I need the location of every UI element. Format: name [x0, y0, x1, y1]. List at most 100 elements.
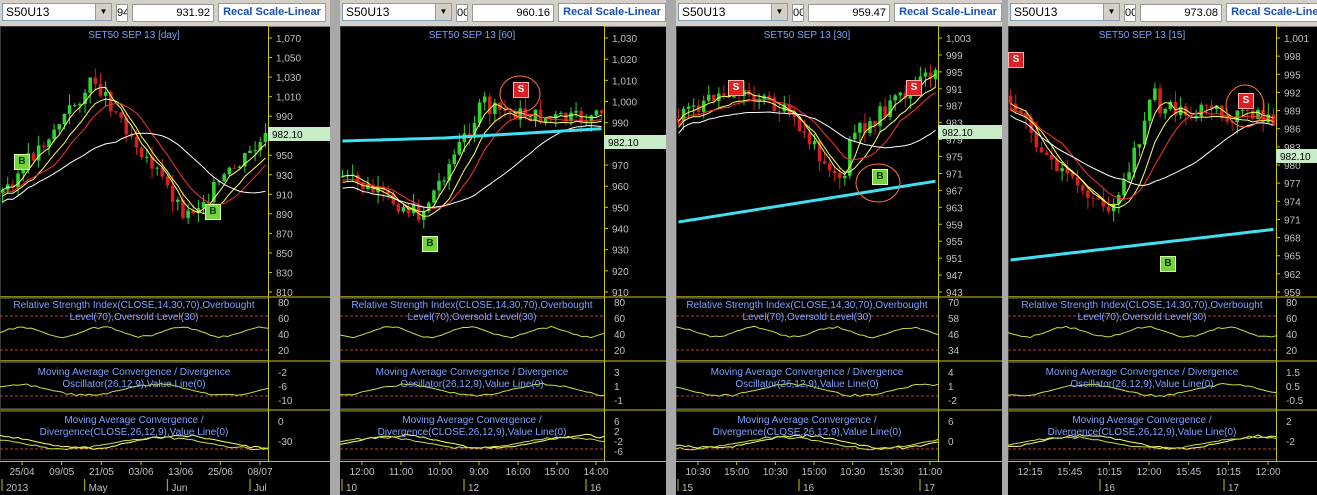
x-tick-label: 21/05 [89, 467, 114, 478]
sell-signal-marker[interactable]: S [728, 80, 744, 96]
buy-signal-marker[interactable]: B [872, 169, 888, 185]
symbol-value: S50U13 [346, 5, 390, 19]
rsi-tick-label: 60 [614, 314, 626, 325]
recal-scale-button[interactable]: Recal Scale-Linear [894, 3, 1002, 22]
macd2-tick-label: 2 [1286, 417, 1292, 428]
candle-body [1132, 147, 1137, 173]
moving-average-fast-2 [678, 86, 936, 173]
y-tick-label: 995 [1284, 70, 1301, 81]
recal-scale-button[interactable]: Recal Scale-Linear [558, 3, 666, 22]
chevron-down-icon[interactable]: ▼ [95, 4, 111, 20]
macd-tick-label: 1 [948, 382, 954, 393]
x-tick-label: 9:00 [469, 467, 489, 478]
y-tick-label: 968 [1284, 234, 1301, 245]
symbol-value: S50U13 [1014, 5, 1058, 19]
symbol-select[interactable]: S50U13 ▼ [678, 3, 788, 21]
x-tick-label: 11:00 [918, 467, 943, 478]
candle-body [503, 110, 507, 112]
chart-canvas[interactable]: 1,0301,0201,0101,00099098097096095094093… [340, 26, 666, 495]
x-tick-label-major: 16 [803, 483, 815, 494]
y-tick-label: 1,000 [612, 98, 637, 109]
candle-body [0, 189, 5, 193]
candle-body [67, 105, 72, 114]
candle-body [883, 106, 887, 118]
chart-title: SET50 SEP 13 [30] [764, 30, 851, 41]
symbol-select[interactable]: S50U13 ▼ [2, 3, 112, 21]
candle-body [1096, 198, 1100, 200]
macd2-label-2: Divergence(CLOSE,26,12,9),Value Line(0) [378, 427, 567, 438]
rsi-tick-label: 80 [1286, 298, 1298, 309]
candle-body [843, 175, 847, 179]
sell-signal-marker[interactable]: S [1238, 93, 1254, 109]
panel-separator[interactable] [666, 0, 676, 495]
y-tick-label: 1,003 [946, 34, 971, 45]
candle-body [599, 110, 604, 114]
candle-body [170, 185, 175, 202]
x-tick-label-major: 16 [590, 483, 602, 494]
macd-label-2: Oscillator(26,12,9),Value Line(0) [735, 379, 878, 390]
x-tick-label: 15:00 [544, 467, 569, 478]
candle-body [232, 167, 237, 169]
chart-canvas[interactable]: 1,0701,0501,0301,01099097095093091089087… [0, 26, 330, 495]
symbol-select[interactable]: S50U13 ▼ [1010, 3, 1120, 21]
panel-separator[interactable] [330, 0, 340, 495]
candle-body [706, 94, 711, 101]
rsi-line [0, 326, 269, 339]
candle-body [78, 104, 82, 106]
macd-label: Moving Average Convergence / Divergence [376, 367, 569, 378]
y-tick-label: 930 [276, 171, 293, 182]
rsi-label: Relative Strength Index(CLOSE,14,30,70),… [1021, 300, 1262, 311]
x-tick-label: 10:30 [840, 467, 865, 478]
candle-body [263, 132, 268, 143]
chevron-down-icon[interactable]: ▼ [435, 4, 451, 20]
candle-body [1080, 185, 1085, 191]
macd2-tick-label: -2 [1286, 437, 1295, 448]
sell-signal-marker[interactable]: S [1008, 52, 1024, 68]
y-tick-label: 999 [946, 51, 963, 62]
x-tick-label: 15:00 [801, 467, 826, 478]
candle-body [1091, 197, 1095, 199]
moving-average-mid [342, 113, 602, 209]
sell-signal-marker[interactable]: S [513, 82, 529, 98]
y-tick-label: 987 [946, 102, 963, 113]
macd-label-2: Oscillator(26,12,9),Value Line(0) [62, 379, 205, 390]
buy-signal-marker[interactable]: B [1160, 256, 1176, 272]
macd-label: Moving Average Convergence / Divergence [1046, 367, 1239, 378]
macd2-tick-label: 0 [278, 417, 284, 428]
macd2-label: Moving Average Convergence / [402, 415, 542, 426]
y-tick-label: 963 [946, 203, 963, 214]
buy-signal-marker[interactable]: B [14, 154, 30, 170]
candle-body [1194, 116, 1198, 118]
symbol-select[interactable]: S50U13 ▼ [342, 3, 452, 21]
macd-tick-label: 3 [614, 368, 620, 379]
y-tick-label: 1,010 [276, 93, 301, 104]
chart-title-symbol: SET50 SEP 13 [429, 30, 499, 41]
x-tick-label-major: Jul [254, 483, 267, 494]
recal-scale-button[interactable]: Recal Scale-Linear [218, 3, 326, 22]
price-field: 931.92 [132, 4, 214, 22]
x-tick-label-major: 15 [682, 483, 694, 494]
rsi-tick-label: 40 [1286, 330, 1298, 341]
chart-canvas[interactable]: 1,00399999599198798397997597196796395995… [676, 26, 1002, 495]
candle-body [1106, 206, 1111, 212]
panel-toolbar: S50U13 ▼ 00 960.16 Recal Scale-Linear [340, 0, 666, 27]
moving-average-fast-2 [342, 112, 602, 217]
buy-signal-marker[interactable]: B [205, 204, 221, 220]
chevron-down-icon[interactable]: ▼ [1103, 4, 1119, 20]
x-tick-label: 09/05 [49, 467, 74, 478]
candle-body [1075, 176, 1080, 186]
candle-body [52, 129, 56, 140]
candle-body [457, 141, 462, 155]
chevron-down-icon[interactable]: ▼ [771, 4, 787, 20]
pane-frame [0, 26, 269, 297]
candle-body [691, 105, 696, 107]
macd-label: Moving Average Convergence / Divergence [711, 367, 904, 378]
candle-body [712, 94, 716, 101]
macd-tick-label: -2 [278, 368, 287, 379]
chart-panel-3: S50U13 ▼ 00 959.47 Recal Scale-Linear 1,0… [676, 0, 1002, 495]
recal-scale-button[interactable]: Recal Scale-Linear [1226, 3, 1317, 22]
buy-signal-marker[interactable]: B [422, 236, 438, 252]
y-tick-label: 962 [1284, 270, 1301, 281]
sell-signal-marker[interactable]: S [906, 80, 922, 96]
candle-body [103, 92, 108, 96]
